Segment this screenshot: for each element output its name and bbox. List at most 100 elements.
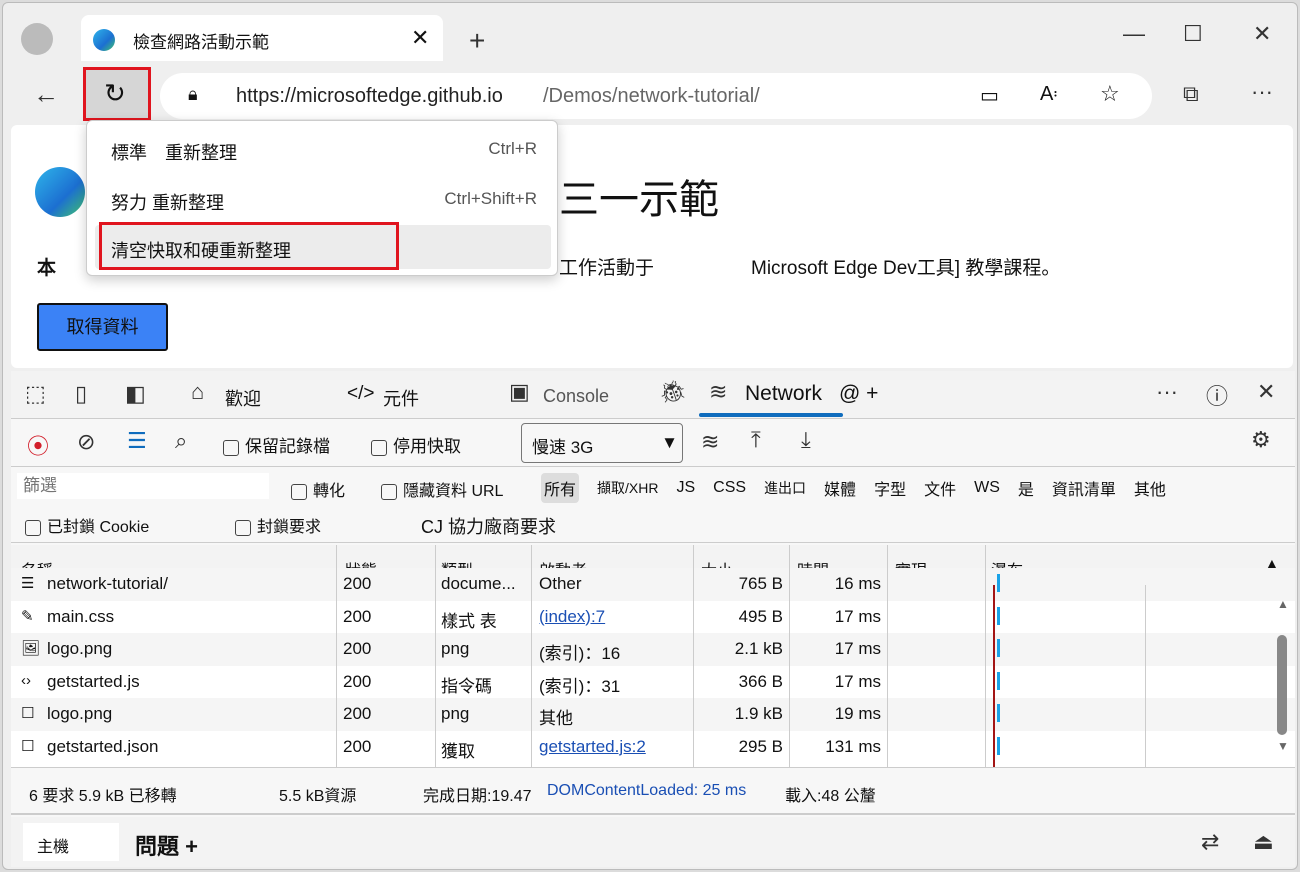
request-status: 200: [343, 704, 372, 723]
filter-type-css[interactable]: CSS: [713, 479, 746, 497]
browser-tab[interactable]: 檢查網路活動示範 ✕: [81, 15, 443, 61]
help-icon[interactable]: ⓘ: [1206, 379, 1228, 411]
table-row[interactable]: ☐ logo.png 200 png 其他 1.9 kB 19 ms: [11, 698, 1295, 731]
filter-type-import[interactable]: 進出口: [764, 478, 806, 498]
read-aloud-icon[interactable]: A𝄈: [1040, 83, 1057, 106]
maximize-icon[interactable]: ☐: [1183, 21, 1203, 47]
resources-size: 5.5 kB資源: [279, 788, 357, 805]
clear-icon[interactable]: ⊘: [77, 429, 95, 455]
search-icon[interactable]: ⌕: [175, 428, 187, 454]
throttle-select[interactable]: 慢速 3G ▼: [521, 423, 683, 463]
devtools-panel: ⬚ ▯ ◧ ⌂ 歡迎 </> 元件 ▣ Console 🐞︎ ≋ Network…: [11, 371, 1295, 867]
menu-item-hard-reload[interactable]: 努力 重新整理 Ctrl+Shift+R: [95, 177, 551, 221]
filter-type-doc[interactable]: 文件: [924, 476, 956, 500]
devtools-tutorial-link[interactable]: Microsoft Edge Dev工具]: [751, 258, 960, 279]
menu-label: 標準 重新整理: [111, 143, 237, 163]
request-initiator[interactable]: getstarted.js:2: [539, 737, 646, 757]
more-tools-icon[interactable]: ···: [1156, 379, 1178, 405]
filter-type-js[interactable]: JS: [676, 479, 695, 497]
hide-data-urls-checkbox[interactable]: 隱藏資料 URL: [381, 477, 503, 501]
menu-shortcut: Ctrl+R: [488, 139, 537, 158]
close-tab-icon[interactable]: ✕: [411, 25, 429, 51]
inspect-icon[interactable]: ⬚: [25, 381, 46, 407]
menu-label: 清空快取和硬重新整理: [111, 241, 291, 261]
device-emulation-icon[interactable]: ▯: [75, 381, 87, 407]
network-conditions-icon[interactable]: ≋: [701, 429, 719, 455]
blocked-cookies-checkbox[interactable]: 已封鎖 Cookie: [25, 513, 149, 537]
table-row[interactable]: ☰ network-tutorial/ 200 docume... Other …: [11, 568, 1295, 601]
drawer-tab-console[interactable]: 主機: [23, 823, 119, 861]
request-size: 295 B: [738, 736, 783, 756]
filter-input[interactable]: [17, 473, 269, 499]
dock-icon[interactable]: ◧: [125, 381, 146, 407]
favorite-star-icon[interactable]: ☆: [1100, 81, 1120, 107]
tab-console[interactable]: Console: [543, 386, 609, 407]
request-time: 19 ms: [834, 704, 881, 723]
request-status: 200: [343, 574, 372, 593]
minimize-icon[interactable]: —: [1123, 21, 1145, 47]
close-drawer-icon[interactable]: ⏏: [1253, 829, 1274, 855]
profile-avatar[interactable]: [21, 23, 53, 55]
preserve-log-checkbox[interactable]: 保留記錄檔: [223, 432, 330, 457]
filter-type-fetch[interactable]: 擷取/XHR: [597, 478, 658, 498]
get-data-button[interactable]: 取得資料: [37, 303, 168, 351]
table-row[interactable]: 🖼︎ logo.png 200 png (索引)：16 2.1 kB 17 ms: [11, 633, 1295, 666]
refresh-button[interactable]: ↻: [83, 67, 151, 121]
filter-type-manifest[interactable]: 資訊清單: [1052, 476, 1116, 500]
more-icon[interactable]: ···: [1251, 79, 1273, 105]
table-row[interactable]: ‹› getstarted.js 200 指令碼 (索引)：31 366 B 1…: [11, 665, 1295, 698]
home-icon[interactable]: ⌂: [191, 379, 204, 405]
dock-drawer-icon[interactable]: ⇄: [1201, 829, 1219, 855]
request-type: 獲取: [441, 741, 475, 761]
dcl-time: DOMContentLoaded: 25 ms: [547, 782, 747, 799]
back-icon[interactable]: ←: [33, 79, 59, 110]
menu-item-empty-cache-hard-reload[interactable]: 清空快取和硬重新整理: [95, 222, 551, 270]
tab-elements[interactable]: 元件: [383, 385, 419, 411]
third-party-requests-checkbox[interactable]: CJ 協力廠商要求: [421, 513, 556, 539]
close-devtools-icon[interactable]: ✕: [1257, 379, 1275, 405]
table-row[interactable]: ☐ getstarted.json 200 獲取 getstarted.js:2…: [11, 730, 1295, 763]
scrollbar[interactable]: ▲ ▼: [1273, 589, 1293, 767]
app-icon[interactable]: ▭: [980, 83, 999, 108]
table-row[interactable]: ✎ main.css 200 樣式 表 (index):7 495 B 17 m…: [11, 600, 1295, 633]
request-type: 指令碼: [441, 676, 492, 696]
devtools-tabbar: ⬚ ▯ ◧ ⌂ 歡迎 </> 元件 ▣ Console 🐞︎ ≋ Network…: [11, 371, 1295, 419]
throttle-value: 慢速 3G: [532, 438, 594, 457]
file-icon: 🖼︎: [21, 640, 41, 657]
dropdown-arrow-icon: ▼: [661, 433, 678, 452]
tab-welcome[interactable]: 歡迎: [225, 385, 261, 411]
filter-type-media[interactable]: 媒體: [824, 476, 856, 500]
filter-type-all[interactable]: 所有: [541, 473, 580, 503]
filter-type-ws[interactable]: WS: [974, 479, 1000, 497]
filter-type-other[interactable]: 其他: [1134, 476, 1166, 500]
request-time: 17 ms: [834, 606, 881, 626]
drawer-tab-issues[interactable]: 問題 +: [135, 829, 198, 861]
settings-icon[interactable]: ⚙: [1251, 427, 1271, 453]
address-bar[interactable]: 🔒︎ https://microsoftedge.github.io /Demo…: [160, 73, 1152, 119]
network-toolbar: ⦿ ⊘ ☰ ⌕ 保留記錄檔 停用快取 慢速 3G ▼ ≋ ⤒ ⤓ ⚙: [11, 419, 1295, 467]
record-icon[interactable]: ⦿: [27, 429, 49, 461]
bug-icon[interactable]: 🐞︎: [659, 379, 687, 405]
close-window-icon[interactable]: ✕: [1253, 21, 1271, 47]
collections-icon[interactable]: ⧉: [1183, 81, 1199, 107]
filter-icon[interactable]: ☰: [127, 428, 147, 454]
invert-checkbox[interactable]: 轉化: [291, 477, 345, 501]
elements-icon: </>: [347, 383, 375, 404]
resource-type-filters: 所有 擷取/XHR JS CSS 進出口 媒體 字型 文件 WS 是 資訊清單 …: [541, 473, 1166, 503]
menu-item-normal-reload[interactable]: 標準 重新整理 Ctrl+R: [95, 127, 551, 171]
request-type: docume...: [441, 574, 516, 593]
filter-type-wasm[interactable]: 是: [1018, 476, 1034, 500]
disable-cache-checkbox[interactable]: 停用快取: [371, 432, 461, 457]
add-tab-icon[interactable]: @ +: [839, 382, 878, 406]
preserve-log-label: 保留記錄檔: [245, 437, 330, 456]
tab-network[interactable]: Network: [745, 382, 822, 406]
blocked-requests-checkbox[interactable]: 封鎖要求: [235, 513, 321, 537]
filter-type-font[interactable]: 字型: [874, 476, 906, 500]
export-icon[interactable]: ⤓: [801, 427, 811, 453]
intro-end: 教學課程。: [960, 258, 1061, 279]
import-icon[interactable]: ⤒: [751, 427, 761, 453]
request-initiator[interactable]: (index):7: [539, 607, 605, 627]
new-tab-icon[interactable]: +: [469, 25, 485, 57]
filter-bar: 轉化 隱藏資料 URL 所有 擷取/XHR JS CSS 進出口 媒體 字型 文…: [11, 467, 1295, 543]
waterfall-bar: [997, 639, 1000, 657]
